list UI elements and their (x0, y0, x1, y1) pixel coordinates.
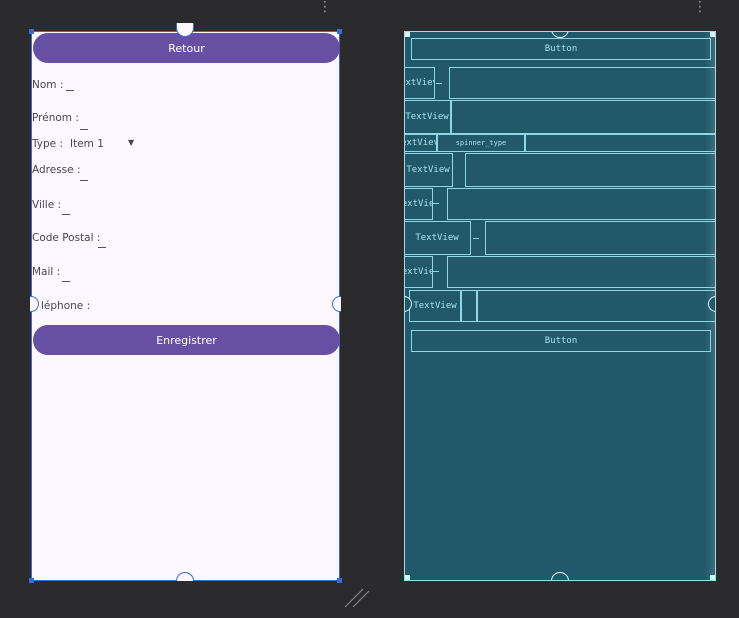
blueprint-handle-bottom-left[interactable] (405, 575, 410, 580)
blueprint-spinner-type[interactable]: spinner_type (437, 134, 525, 152)
blueprint-textview-type[interactable]: extViev (405, 134, 437, 152)
address-value[interactable] (80, 180, 88, 181)
city-value[interactable] (62, 214, 70, 215)
resize-grip-icon[interactable] (343, 585, 371, 609)
constraint-handle-right[interactable] (332, 296, 341, 312)
back-button[interactable]: Retour (33, 33, 340, 63)
blueprint-textview-address[interactable]: TextView (405, 153, 453, 187)
blueprint-more-icon[interactable]: ⋮ (693, 0, 707, 14)
mail-label: Mail : (32, 266, 61, 278)
postal-code-value[interactable] (98, 247, 106, 248)
blueprint-edittext-firstname[interactable] (451, 100, 715, 134)
firstname-value[interactable] (80, 129, 88, 130)
type-label: Type : (32, 138, 63, 150)
blueprint-textview-city[interactable]: extVie (405, 188, 433, 220)
chevron-down-icon[interactable]: ▼ (128, 138, 134, 147)
blueprint-handle-top-left[interactable] (405, 32, 410, 37)
blueprint-top-button[interactable]: Button (411, 38, 711, 60)
name-label: Nom : (32, 79, 64, 91)
name-value[interactable] (66, 90, 74, 91)
constraint-handle-bottom[interactable] (176, 572, 194, 581)
resize-handle-bottom-right[interactable] (337, 578, 342, 583)
blueprint-textview-postal-code[interactable]: TextView (405, 221, 471, 255)
resize-handle-top-left[interactable] (29, 29, 34, 34)
city-label: Ville : (32, 199, 62, 211)
blueprint-phone-spacer[interactable] (461, 290, 477, 322)
blueprint-textview-firstname[interactable]: TextView (405, 100, 451, 134)
blueprint-textview-mail[interactable]: extVie (405, 256, 433, 288)
mail-value[interactable] (62, 281, 70, 282)
resize-handle-bottom-left[interactable] (29, 578, 34, 583)
save-button[interactable]: Enregistrer (33, 325, 340, 355)
design-surface[interactable]: Retour Nom : Prénom : Type : Item 1 ▼ Ad… (29, 23, 342, 583)
design-more-icon[interactable]: ⋮ (318, 0, 332, 14)
blueprint-edittext-mail[interactable] (447, 256, 715, 288)
blueprint-edittext-name[interactable] (449, 67, 715, 99)
blueprint-constraint-top[interactable] (551, 32, 569, 38)
blueprint-textview-name[interactable]: extViev (405, 67, 435, 99)
type-spinner[interactable]: Item 1 (70, 138, 104, 150)
blueprint-handle-bottom-right[interactable] (710, 575, 715, 580)
blueprint-edittext-phone[interactable] (477, 290, 715, 322)
address-label: Adresse : (32, 164, 81, 176)
blueprint-spinner-area[interactable] (525, 134, 715, 152)
blueprint-edittext-city[interactable] (447, 188, 715, 220)
blueprint-edittext-address[interactable] (465, 153, 715, 187)
blueprint-constraint-bottom[interactable] (551, 572, 569, 580)
firstname-label: Prénom : (32, 112, 79, 124)
postal-code-label: Code Postal : (32, 232, 101, 244)
resize-handle-top-right[interactable] (337, 29, 342, 34)
blueprint-textview-phone[interactable]: TextView (409, 290, 461, 322)
constraint-handle-left[interactable] (30, 296, 39, 312)
phone-label: léphone : (41, 300, 91, 312)
blueprint-handle-top-right[interactable] (710, 32, 715, 37)
blueprint-surface[interactable]: Button extViev TextView extViev spinner_… (404, 31, 716, 581)
blueprint-bottom-button[interactable]: Button (411, 330, 711, 352)
blueprint-edittext-postal-code[interactable] (485, 221, 715, 255)
